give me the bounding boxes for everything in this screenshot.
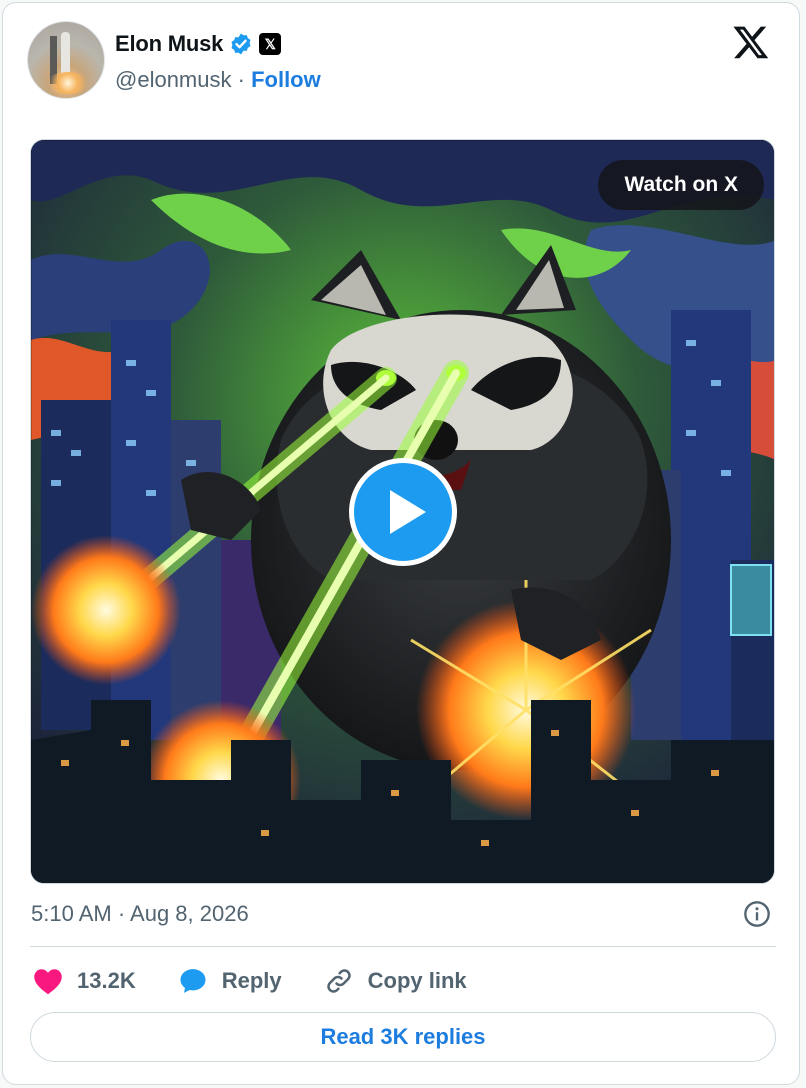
link-icon [326, 969, 351, 993]
play-button[interactable] [349, 458, 457, 566]
name-row: Elon Musk 𝕏 [115, 31, 282, 57]
info-icon[interactable] [743, 900, 771, 928]
avatar-rocket [61, 32, 70, 76]
handle-row: @elonmusk · Follow [115, 67, 321, 93]
play-icon [390, 490, 426, 534]
watch-on-x-button[interactable]: Watch on X [598, 160, 764, 210]
handle-separator: · [237, 67, 245, 92]
action-bar: 13.2K Reply Copy link [33, 963, 509, 999]
x-logo-icon[interactable] [731, 23, 771, 61]
author-handle[interactable]: @elonmusk [115, 67, 232, 92]
reply-action[interactable]: Reply [178, 966, 282, 996]
follow-link[interactable]: Follow [251, 67, 321, 92]
embedded-post-card: Elon Musk 𝕏 @elonmusk · Follow Watch on … [2, 2, 800, 1085]
read-replies-button[interactable]: Read 3K replies [30, 1012, 776, 1062]
video-thumbnail[interactable]: Watch on X [30, 139, 775, 884]
like-action[interactable]: 13.2K [33, 967, 136, 995]
x-affiliation-badge-icon: 𝕏 [259, 33, 282, 55]
avatar[interactable] [27, 21, 105, 99]
divider [30, 946, 776, 947]
verified-badge-icon [231, 33, 251, 55]
heart-icon [34, 969, 62, 995]
post-header: Elon Musk 𝕏 @elonmusk · Follow [27, 21, 775, 101]
like-count: 13.2K [77, 968, 136, 993]
copy-link-label: Copy link [367, 968, 467, 993]
copy-link-action[interactable]: Copy link [324, 966, 467, 996]
reply-label: Reply [221, 968, 282, 993]
reply-bubble-icon [180, 969, 206, 993]
post-timestamp[interactable]: 5:10 AM · Aug 8, 2026 [31, 901, 249, 927]
avatar-flame [46, 72, 90, 94]
author-name[interactable]: Elon Musk [115, 31, 223, 57]
